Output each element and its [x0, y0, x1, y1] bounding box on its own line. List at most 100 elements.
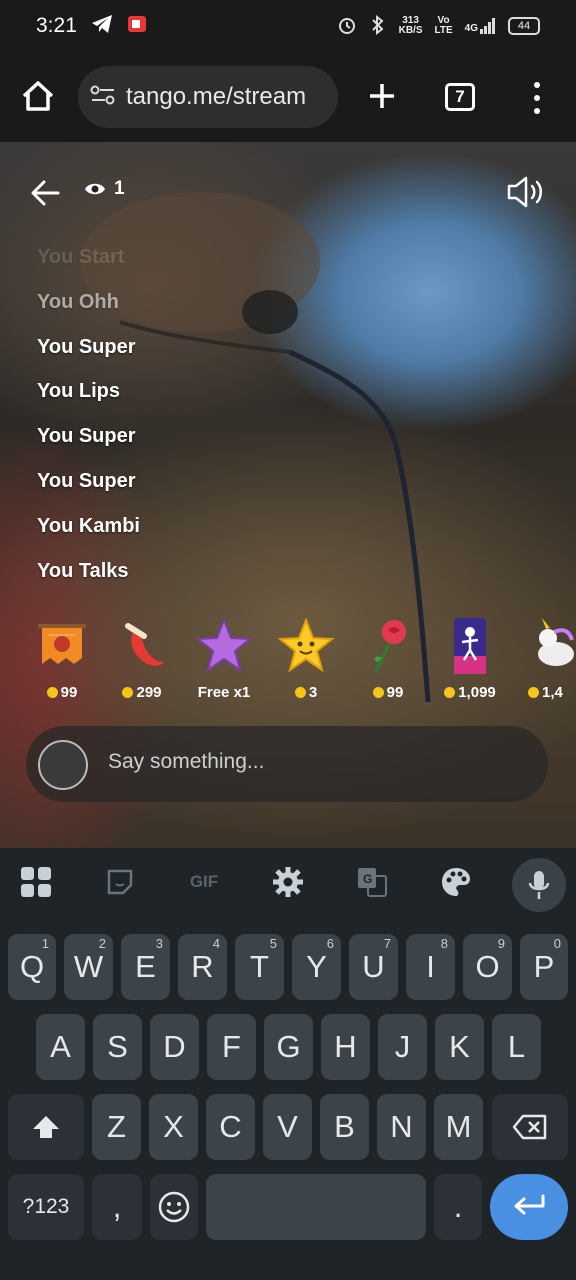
key-v[interactable]: V — [263, 1094, 312, 1160]
chat-message: You Super — [37, 425, 136, 448]
gift-smiling-star[interactable]: 3 — [264, 612, 348, 708]
grid-icon — [21, 867, 51, 897]
backspace-key[interactable] — [492, 1094, 568, 1160]
smiling-star-icon — [277, 617, 335, 673]
live-stream-view[interactable]: 1 You Start You Ohh You Super You Lips Y… — [0, 142, 576, 848]
message-input[interactable]: Say something... — [108, 750, 264, 774]
site-settings-icon[interactable] — [90, 84, 116, 111]
key-p[interactable]: P0 — [520, 934, 568, 1000]
gift-price: 1,4 — [542, 684, 563, 701]
voice-input-button[interactable] — [512, 858, 566, 912]
gift-price: Free x1 — [197, 684, 251, 701]
unicorn-gift-icon — [538, 618, 574, 666]
address-bar[interactable]: tango.me/stream — [78, 66, 338, 128]
dancer-gift-icon — [454, 618, 486, 674]
message-input-bar[interactable]: Say something... — [26, 726, 548, 802]
gif-button[interactable]: GIF — [184, 862, 224, 902]
sticker-button[interactable] — [100, 862, 140, 902]
key-l[interactable]: L — [492, 1014, 541, 1080]
key-f[interactable]: F — [207, 1014, 256, 1080]
sound-toggle-button[interactable] — [504, 172, 546, 212]
key-u[interactable]: U7 — [349, 934, 398, 1000]
gift-price: 299 — [136, 684, 162, 701]
backspace-icon — [512, 1114, 547, 1140]
soft-keyboard: GIF G Q1 W2 E3 R4 T5 Y6 U7 I8 O9 P0 A S … — [0, 848, 576, 1280]
home-button[interactable] — [18, 76, 58, 116]
viewer-count-value: 1 — [114, 178, 125, 199]
key-q[interactable]: Q1 — [8, 934, 56, 1000]
translate-button[interactable]: G — [352, 862, 392, 902]
key-d[interactable]: D — [150, 1014, 199, 1080]
chat-message: You Kambi — [37, 514, 140, 537]
new-tab-button[interactable] — [362, 74, 402, 118]
microphone-icon — [528, 871, 550, 899]
gift-carousel[interactable]: 99 299 Free x1 3 99 1,099 1,4 — [0, 612, 576, 712]
space-bar[interactable] — [206, 1174, 426, 1240]
key-o[interactable]: O9 — [463, 934, 512, 1000]
key-n[interactable]: N — [377, 1094, 426, 1160]
emoji-key[interactable] — [150, 1174, 198, 1240]
back-button[interactable] — [28, 176, 62, 210]
battery-indicator: 44 — [508, 17, 540, 35]
key-b[interactable]: B — [320, 1094, 369, 1160]
back-arrow-icon — [31, 180, 60, 206]
avatar[interactable] — [38, 740, 88, 790]
key-t[interactable]: T5 — [235, 934, 284, 1000]
menu-dot — [534, 95, 540, 101]
key-s[interactable]: S — [93, 1014, 142, 1080]
comma-key[interactable]: , — [92, 1174, 142, 1240]
tab-switcher-button[interactable]: 7 — [445, 83, 475, 111]
bluetooth-icon — [369, 14, 387, 38]
key-y[interactable]: Y6 — [292, 934, 341, 1000]
shift-key[interactable] — [8, 1094, 84, 1160]
key-k[interactable]: K — [435, 1014, 484, 1080]
key-e[interactable]: E3 — [121, 934, 170, 1000]
key-c[interactable]: C — [206, 1094, 255, 1160]
theme-button[interactable] — [436, 862, 476, 902]
net-speed: 313 KB/S — [398, 15, 423, 36]
key-a[interactable]: A — [36, 1014, 85, 1080]
gift-price: 1,099 — [458, 684, 496, 701]
enter-key[interactable] — [490, 1174, 568, 1240]
chat-feed: You Start You Ohh You Super You Lips You… — [37, 246, 140, 604]
chat-message: You Talks — [37, 559, 129, 582]
gift-banner[interactable]: 99 — [20, 612, 104, 708]
shift-icon — [33, 1116, 59, 1138]
key-i[interactable]: I8 — [406, 934, 455, 1000]
rose-gift-icon — [374, 620, 406, 673]
volte-indicator: Vo LTE — [434, 15, 453, 36]
key-j[interactable]: J — [378, 1014, 427, 1080]
keyboard-settings-button[interactable] — [268, 862, 308, 902]
keyboard-toolbar: GIF G — [0, 848, 576, 918]
plus-icon — [370, 84, 394, 108]
alarm-icon — [337, 15, 357, 38]
key-z[interactable]: Z — [92, 1094, 141, 1160]
gift-dancer[interactable]: 1,099 — [428, 612, 512, 708]
more-menu-button[interactable] — [524, 78, 550, 118]
screen-record-icon — [127, 14, 147, 39]
gift-rose[interactable]: 99 — [346, 612, 430, 708]
apps-grid-button[interactable] — [16, 862, 56, 902]
status-bar: 3:21 313 KB/S Vo LTE 4G 44 — [0, 0, 576, 52]
key-m[interactable]: M — [434, 1094, 483, 1160]
home-icon — [22, 81, 54, 111]
key-w[interactable]: W2 — [64, 934, 113, 1000]
key-g[interactable]: G — [264, 1014, 313, 1080]
gift-purple-star[interactable]: Free x1 — [182, 612, 266, 708]
enter-icon — [514, 1194, 545, 1215]
period-key[interactable]: . — [434, 1174, 482, 1240]
key-x[interactable]: X — [149, 1094, 198, 1160]
symbols-key[interactable]: ?123 — [8, 1174, 84, 1240]
speaker-icon — [507, 176, 542, 208]
gift-chili[interactable]: 299 — [100, 612, 184, 708]
menu-dot — [534, 108, 540, 114]
chat-message: You Super — [37, 469, 136, 492]
key-h[interactable]: H — [321, 1014, 370, 1080]
telegram-icon — [91, 14, 113, 39]
svg-text:G: G — [363, 872, 372, 886]
key-r[interactable]: R4 — [178, 934, 227, 1000]
sticker-icon — [107, 869, 133, 895]
chat-message: You Super — [37, 335, 136, 358]
url-text: tango.me/stream — [126, 83, 307, 110]
gift-unicorn[interactable]: 1,4 — [508, 612, 576, 708]
